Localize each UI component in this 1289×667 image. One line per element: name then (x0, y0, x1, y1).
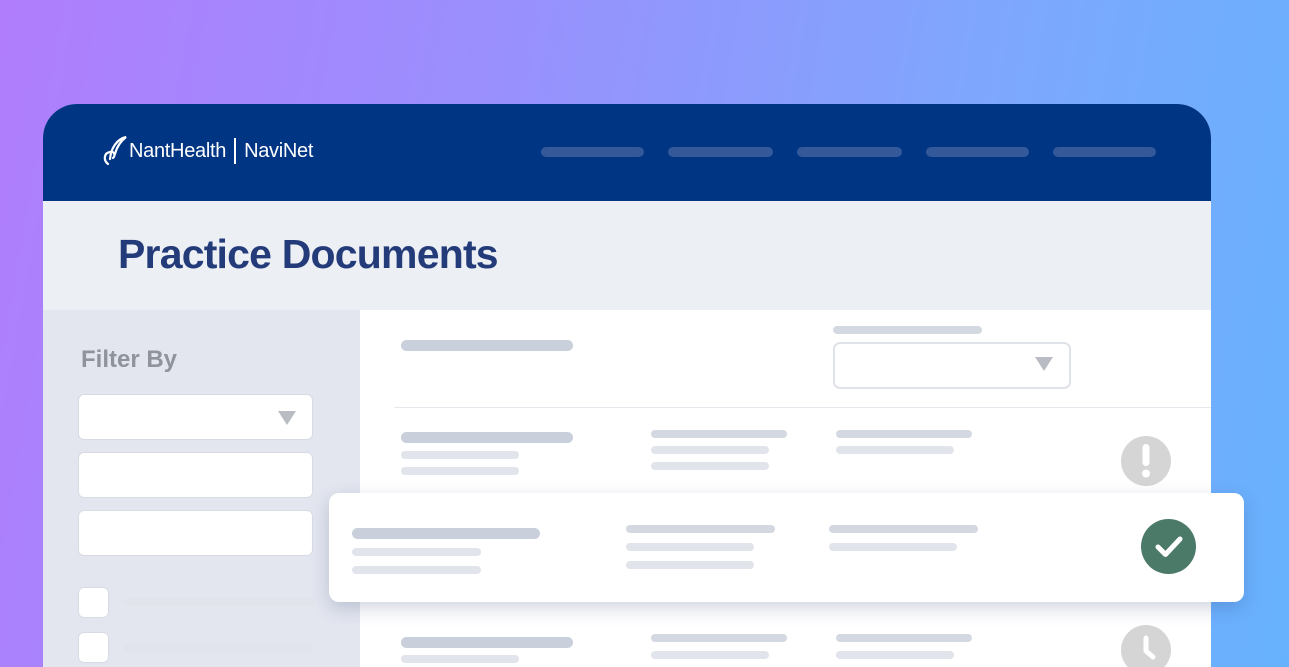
nav-item-5[interactable] (1053, 147, 1156, 157)
check-icon (1141, 519, 1196, 574)
row-text-placeholder (651, 430, 787, 438)
row-text-placeholder (651, 462, 769, 470)
brand-logo[interactable]: NantHealth NaviNet (101, 132, 313, 170)
row-text-placeholder (352, 566, 481, 574)
row-text-placeholder (836, 430, 972, 438)
title-band: Practice Documents (43, 201, 1211, 310)
list-header-placeholder (401, 340, 573, 351)
row-text-placeholder (836, 634, 972, 642)
row-text-placeholder (836, 651, 954, 659)
documents-panel (360, 310, 1211, 667)
checkbox-label-1 (124, 598, 314, 606)
brand-nanthealth: NantHealth (129, 139, 227, 162)
row-text-placeholder (626, 525, 775, 533)
filter-input-1[interactable] (78, 452, 313, 498)
row-text-placeholder (401, 655, 519, 663)
filter-checkbox-1[interactable] (78, 587, 109, 618)
row-text-placeholder (626, 561, 754, 569)
row-text-placeholder (401, 467, 519, 475)
brand-divider (234, 138, 237, 164)
row-text-placeholder (836, 446, 954, 454)
sort-dropdown[interactable] (833, 342, 1071, 389)
row-text-placeholder (651, 634, 787, 642)
row-title-placeholder (401, 432, 573, 443)
sort-label-placeholder (833, 326, 982, 334)
nav-item-3[interactable] (797, 147, 902, 157)
nav-item-2[interactable] (668, 147, 773, 157)
chevron-down-icon (1035, 357, 1053, 371)
nav-item-4[interactable] (926, 147, 1029, 157)
filter-heading: Filter By (81, 346, 178, 373)
clock-icon (1121, 625, 1171, 667)
filter-input-2[interactable] (78, 510, 313, 556)
checkbox-label-2 (124, 644, 314, 652)
filter-dropdown[interactable] (78, 394, 313, 440)
exclamation-icon (1121, 436, 1171, 486)
top-navbar: NantHealth NaviNet (43, 104, 1211, 201)
brand-navinet: NaviNet (244, 139, 314, 162)
filter-checkbox-2[interactable] (78, 632, 109, 663)
row-text-placeholder (651, 446, 769, 454)
row-text-placeholder (352, 548, 481, 556)
row-text-placeholder (829, 525, 978, 533)
row-text-placeholder (829, 543, 957, 551)
row-title-placeholder (352, 528, 540, 539)
feather-logo-icon (103, 135, 127, 166)
page-title: Practice Documents (118, 231, 499, 277)
row-title-placeholder (401, 637, 573, 648)
row-text-placeholder (626, 543, 754, 551)
nav-item-1[interactable] (541, 147, 644, 157)
row-text-placeholder (401, 451, 519, 459)
chevron-down-icon (278, 411, 296, 425)
row-text-placeholder (651, 651, 769, 659)
list-divider (394, 407, 1211, 408)
filter-sidebar: Filter By (43, 310, 360, 667)
highlighted-document-card[interactable] (329, 493, 1244, 602)
